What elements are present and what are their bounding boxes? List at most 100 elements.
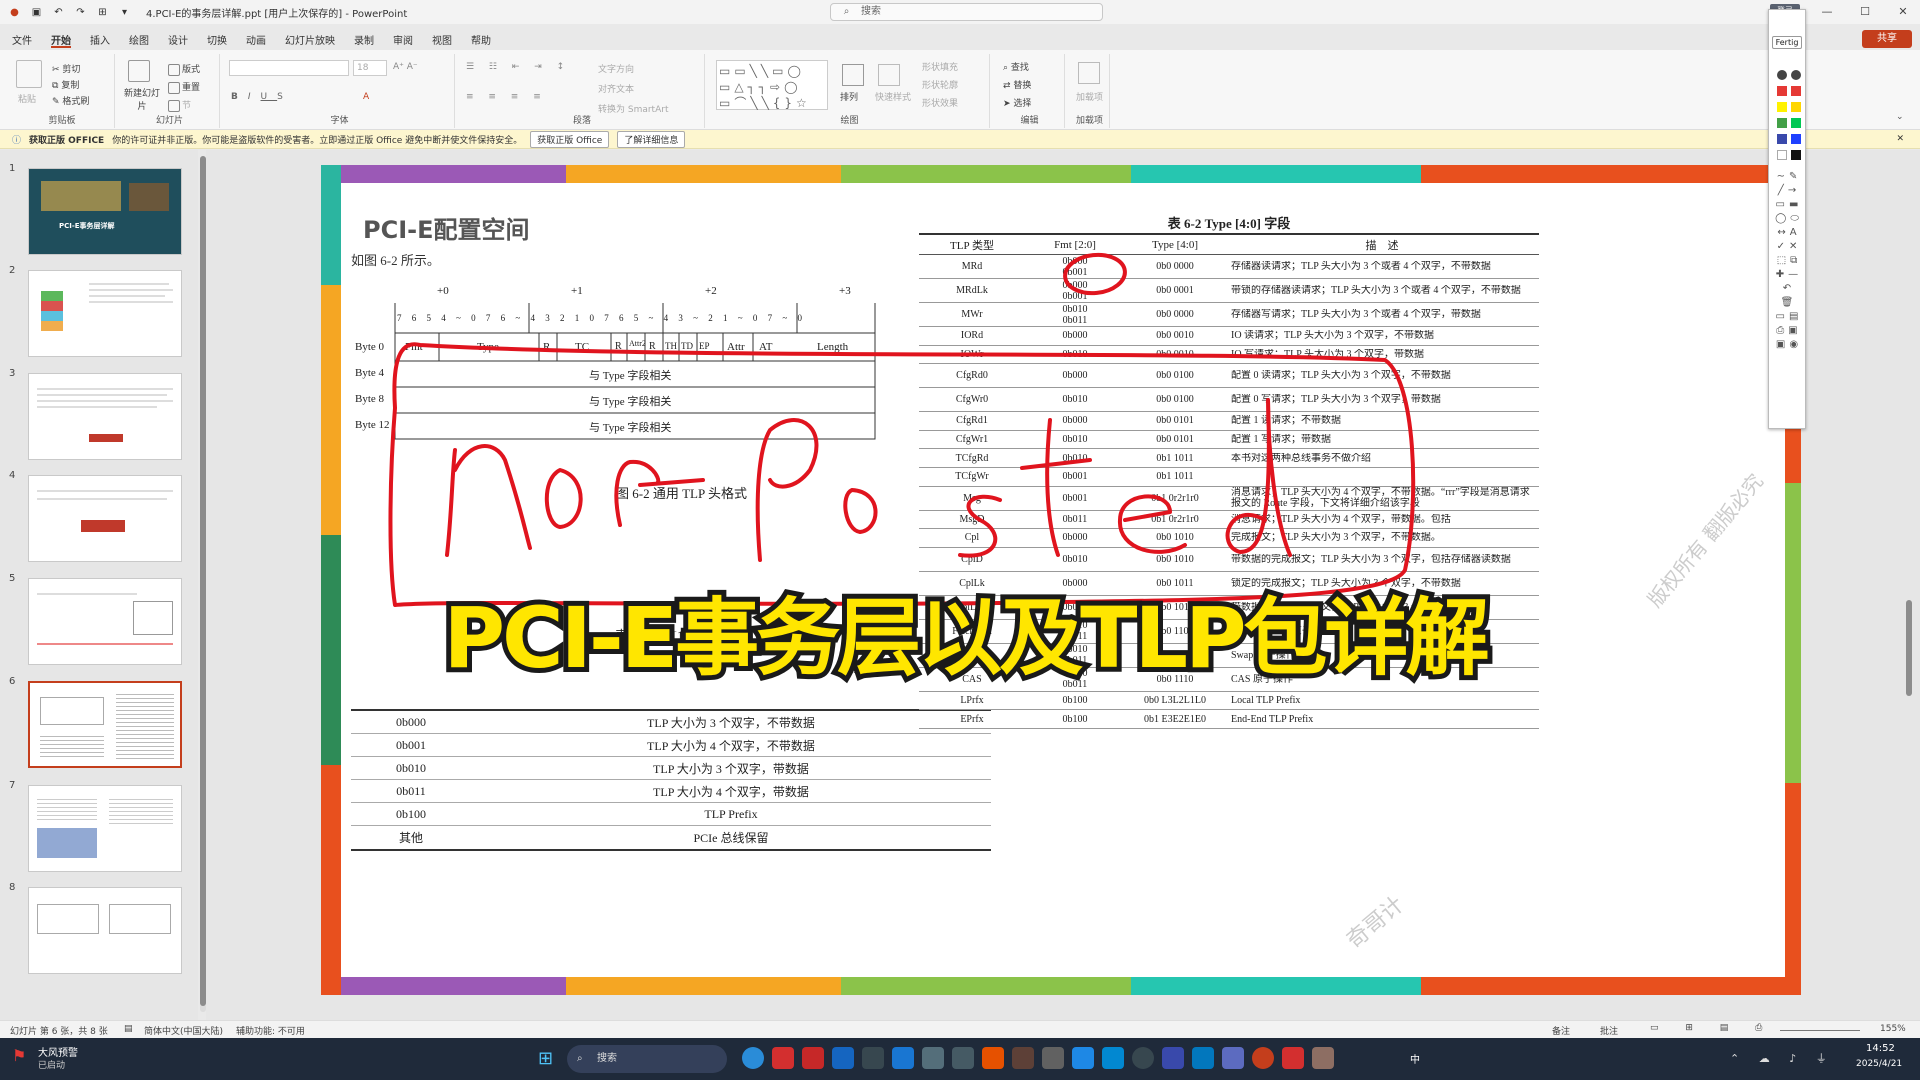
tab-home[interactable]: 开始 <box>51 32 71 48</box>
format-painter-button[interactable]: ✎ 格式刷 <box>52 94 89 107</box>
ime-indicator[interactable]: 中 <box>1410 1051 1420 1066</box>
ink-tool-icons[interactable]: ∼✎ ╱→ ▭▬ ◯⬭ ↔A ✓✕ ⬚⧉ ✚— ↶🗑 ▭▤ ⎙▣ ▣◉ <box>1775 170 1803 352</box>
pen-blue-swatch[interactable] <box>1791 134 1801 144</box>
pen-black-swatch[interactable] <box>1777 70 1787 80</box>
list-buttons[interactable]: ☰ ☷ ⇤ ⇥ ↕ <box>466 62 570 72</box>
app-icon[interactable] <box>832 1047 854 1069</box>
app-icon[interactable] <box>1192 1047 1214 1069</box>
shape-outline-button[interactable]: 形状轮廓 <box>922 78 958 91</box>
teams-icon[interactable] <box>1222 1047 1244 1069</box>
app-icon[interactable] <box>1072 1047 1094 1069</box>
thumbnail-slide-2[interactable] <box>28 270 182 357</box>
tab-draw[interactable]: 绘图 <box>129 32 149 48</box>
thumbnail-slide-8[interactable] <box>28 887 182 974</box>
tab-file[interactable]: 文件 <box>12 32 32 48</box>
paste-button[interactable]: 粘贴 <box>18 92 36 105</box>
youdao-icon[interactable] <box>772 1047 794 1069</box>
arrange-button[interactable]: 排列 <box>840 90 858 103</box>
tab-insert[interactable]: 插入 <box>90 32 110 48</box>
tab-animations[interactable]: 动画 <box>246 32 266 48</box>
share-button[interactable]: 共享 <box>1862 30 1912 48</box>
edge-icon[interactable] <box>742 1047 764 1069</box>
thumbnail-slide-6[interactable] <box>28 681 182 768</box>
customize-quick-access-icon[interactable]: ▾ <box>118 6 131 19</box>
tab-record[interactable]: 录制 <box>354 32 374 48</box>
save-icon[interactable]: ▣ <box>30 6 43 19</box>
notes-button[interactable]: 备注 <box>1552 1024 1570 1037</box>
thumbnail-slide-1[interactable]: PCI-E事务层详解 <box>28 168 182 255</box>
tab-view[interactable]: 视图 <box>432 32 452 48</box>
quick-styles-icon[interactable] <box>878 64 900 86</box>
arrange-icon[interactable] <box>842 64 864 86</box>
weather-alert-icon[interactable]: ⚑ <box>12 1046 26 1065</box>
pen-black-swatch[interactable] <box>1791 150 1801 160</box>
addins-button[interactable]: 加载项 <box>1076 90 1103 103</box>
quick-styles-button[interactable]: 快速样式 <box>875 90 911 103</box>
search-box[interactable]: ⌕ 搜索 <box>830 3 1103 21</box>
present-icon[interactable]: ⊞ <box>96 6 109 19</box>
app-icon[interactable] <box>862 1047 884 1069</box>
redo-icon[interactable]: ↷ <box>74 6 87 19</box>
app-icon[interactable] <box>982 1047 1004 1069</box>
shape-effects-button[interactable]: 形状效果 <box>922 96 958 109</box>
align-text-button[interactable]: 对齐文本 <box>598 82 634 95</box>
undo-icon[interactable]: ↶ <box>52 6 65 19</box>
pen-red-swatch[interactable] <box>1791 86 1801 96</box>
cut-button[interactable]: ✂ 剪切 <box>52 62 80 75</box>
notice-close-icon[interactable]: ✕ <box>1896 134 1904 144</box>
align-buttons[interactable]: ≡ ≡ ≡ ≡ <box>466 92 547 102</box>
slide[interactable]: PCI-E配置空间 如图 6-2 所示。 +0 +1 +2 +3 7 6 5 4… <box>321 165 1801 995</box>
copy-button[interactable]: ⧉ 复制 <box>52 78 79 91</box>
pen-green-swatch[interactable] <box>1791 118 1801 128</box>
new-slide-button[interactable]: 新建幻灯片 <box>122 86 162 112</box>
taskbar-search[interactable]: ⌕ 搜索 <box>567 1045 727 1073</box>
minimize-button[interactable]: — <box>1810 0 1844 24</box>
thumbnail-slide-4[interactable] <box>28 475 182 562</box>
tab-design[interactable]: 设计 <box>168 32 188 48</box>
thumbnail-slide-7[interactable] <box>28 785 182 872</box>
view-buttons[interactable]: ▭ ⊞ ▤ ⎙ <box>1650 1023 1774 1033</box>
app-icon[interactable] <box>802 1047 824 1069</box>
thumbnail-slide-3[interactable] <box>28 373 182 460</box>
language-status[interactable]: 简体中文(中国大陆) <box>144 1024 223 1037</box>
font-grow-icon[interactable]: A⁺ A⁻ <box>393 62 418 72</box>
text-direction-button[interactable]: 文字方向 <box>598 62 634 75</box>
app-icon[interactable] <box>1102 1047 1124 1069</box>
app-icon[interactable] <box>892 1047 914 1069</box>
font-name-input[interactable] <box>229 60 349 76</box>
accessibility-status[interactable]: 辅助功能: 不可用 <box>236 1024 305 1037</box>
palette-done-button[interactable]: Fertig <box>1772 36 1802 49</box>
app-icon[interactable] <box>1312 1047 1334 1069</box>
learn-more-button[interactable]: 了解详细信息 <box>617 130 686 148</box>
close-button[interactable]: ✕ <box>1886 0 1920 24</box>
find-button[interactable]: ⌕ 查找 <box>1003 60 1029 73</box>
section-button[interactable]: 节 <box>168 98 191 112</box>
zoom-level[interactable]: 155% <box>1880 1024 1906 1034</box>
replace-button[interactable]: ⇄ 替换 <box>1003 78 1031 91</box>
addins-icon[interactable] <box>1078 62 1100 84</box>
canvas-scrollbar[interactable] <box>1906 600 1912 696</box>
shapes-gallery[interactable]: ▭▭╲╲▭◯ ▭△┐┐⇨◯ ▭⌒╲╲{}☆ <box>716 60 828 110</box>
tab-help[interactable]: 帮助 <box>471 32 491 48</box>
reset-button[interactable]: 重置 <box>168 80 200 94</box>
calculator-icon[interactable] <box>922 1047 944 1069</box>
tab-slideshow[interactable]: 幻灯片放映 <box>285 32 335 48</box>
pen-yellow-swatch[interactable] <box>1791 102 1801 112</box>
pen-yellow-swatch[interactable] <box>1777 102 1787 112</box>
start-icon[interactable]: ⊞ <box>538 1048 553 1069</box>
select-button[interactable]: ➤ 选择 <box>1003 96 1031 109</box>
pen-white-swatch[interactable] <box>1777 150 1787 160</box>
comments-button[interactable]: 批注 <box>1600 1024 1618 1037</box>
maximize-button[interactable]: ☐ <box>1848 0 1882 24</box>
pen-green-swatch[interactable] <box>1777 118 1787 128</box>
app-icon[interactable] <box>1162 1047 1184 1069</box>
powerpoint-taskbar-icon[interactable] <box>1252 1047 1274 1069</box>
paste-icon[interactable] <box>16 60 42 88</box>
collapse-ribbon-icon[interactable]: ⌄ <box>1896 112 1904 122</box>
pen-red-swatch[interactable] <box>1777 86 1787 96</box>
thumbnail-slide-5[interactable] <box>28 578 182 665</box>
youdao-icon[interactable] <box>1282 1047 1304 1069</box>
font-size-input[interactable]: 18 <box>353 60 387 76</box>
app-icon[interactable] <box>952 1047 974 1069</box>
pen-black-swatch[interactable] <box>1791 70 1801 80</box>
